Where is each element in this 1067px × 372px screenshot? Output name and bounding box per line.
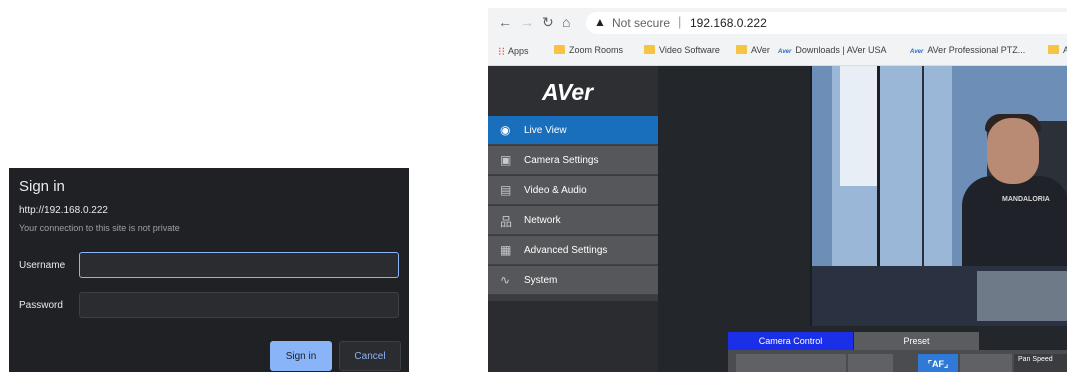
bookmarks-bar: ⁝⁝ Apps Zoom Rooms Video Software AVer Av… — [488, 38, 1067, 66]
sign-in-button[interactable]: Sign in — [270, 341, 332, 371]
forward-arrow-icon[interactable]: → — [520, 14, 534, 30]
pan-speed-label: Pan Speed — [1018, 356, 1053, 363]
image-icon: ▣ — [500, 153, 512, 167]
reload-icon[interactable]: ↻ — [542, 14, 554, 31]
sidebar-item-label: Video & Audio — [524, 185, 587, 196]
shirt-print: MANDALORIA — [1002, 196, 1050, 203]
bookmark-aver[interactable]: AVer — [736, 45, 770, 55]
camera-control-panel: ⌜AF⌟ Pan Speed — [728, 350, 1067, 372]
laptop — [977, 271, 1067, 321]
address-bar[interactable]: ▲ Not secure | 192.168.0.222 — [586, 12, 1067, 34]
sidebar-item-advanced-settings[interactable]: ▦ Advanced Settings — [488, 236, 658, 265]
folder-icon — [644, 45, 655, 54]
tab-camera-control[interactable]: Camera Control — [728, 332, 853, 350]
video-audio-icon: ▤ — [500, 183, 512, 197]
not-secure-label[interactable]: Not secure — [612, 16, 670, 30]
bookmark-video-software[interactable]: Video Software — [644, 45, 720, 55]
sidebar: AVer ◉ Live View ▣ Camera Settings ▤ Vid… — [488, 66, 658, 372]
username-label: Username — [19, 260, 66, 271]
dialog-privacy-note: Your connection to this site is not priv… — [19, 223, 180, 233]
control-cell[interactable] — [848, 354, 894, 372]
sidebar-item-network[interactable]: 品 Network — [488, 206, 658, 235]
sidebar-item-system[interactable]: ∿ System — [488, 266, 658, 295]
auto-focus-button[interactable]: ⌜AF⌟ — [918, 354, 958, 372]
cancel-button[interactable]: Cancel — [339, 341, 401, 371]
pulse-icon: ∿ — [500, 273, 511, 287]
back-arrow-icon[interactable]: ← — [498, 14, 512, 30]
password-input[interactable] — [79, 292, 399, 318]
aver-web-ui: AVer ◉ Live View ▣ Camera Settings ▤ Vid… — [488, 66, 1067, 372]
username-input[interactable] — [79, 252, 399, 278]
bookmark-downloads-aver-usa[interactable]: Aver Downloads | AVer USA — [778, 45, 887, 55]
sidebar-item-label: Network — [524, 215, 561, 226]
home-icon[interactable]: ⌂ — [562, 14, 570, 30]
network-icon: 品 — [500, 215, 513, 229]
dialog-url: http://192.168.0.222 — [19, 205, 108, 216]
eye-icon: ◉ — [500, 123, 511, 137]
bookmark-overflow[interactable]: A — [1048, 45, 1067, 55]
sidebar-item-label: System — [524, 275, 558, 286]
sidebar-footer — [488, 301, 658, 372]
folder-icon — [1048, 45, 1059, 54]
tab-preset[interactable]: Preset — [854, 332, 979, 350]
aver-logo: AVer — [542, 79, 594, 105]
logo-area: AVer — [488, 66, 658, 116]
sidebar-item-label: Camera Settings — [524, 155, 599, 166]
dialog-title: Sign in — [19, 178, 65, 195]
sidebar-item-live-view[interactable]: ◉ Live View — [488, 116, 658, 145]
softbox-light — [840, 66, 880, 186]
signin-dialog: Sign in http://192.168.0.222 Your connec… — [9, 168, 409, 372]
sidebar-item-label: Live View — [524, 125, 567, 136]
sidebar-item-camera-settings[interactable]: ▣ Camera Settings — [488, 146, 658, 175]
settings-doc-icon: ▦ — [500, 243, 512, 257]
control-cell[interactable] — [736, 354, 847, 372]
aver-favicon-icon: Aver — [778, 49, 792, 55]
url-separator: | — [678, 14, 682, 29]
warning-icon[interactable]: ▲ — [594, 15, 606, 29]
bookmark-apps[interactable]: ⁝⁝ Apps — [498, 45, 529, 58]
url-text[interactable]: 192.168.0.222 — [690, 16, 767, 30]
folder-icon — [736, 45, 747, 54]
sidebar-item-video-audio[interactable]: ▤ Video & Audio — [488, 176, 658, 205]
control-cell[interactable] — [960, 354, 1013, 372]
apps-grid-icon: ⁝⁝ — [498, 46, 505, 58]
browser-toolbar: ← → ↻ ⌂ ▲ Not secure | 192.168.0.222 — [488, 8, 1067, 38]
bookmark-aver-professional-ptz[interactable]: Aver AVer Professional PTZ... — [910, 45, 1025, 55]
password-label: Password — [19, 300, 63, 311]
folder-icon — [554, 45, 565, 54]
bookmark-zoom-rooms[interactable]: Zoom Rooms — [554, 45, 623, 55]
browser-window: ← → ↻ ⌂ ▲ Not secure | 192.168.0.222 ⁝⁝ A… — [488, 8, 1067, 372]
sidebar-item-label: Advanced Settings — [524, 245, 608, 256]
pan-speed-control[interactable]: Pan Speed — [1014, 354, 1067, 372]
aver-favicon-icon: Aver — [910, 49, 924, 55]
live-video-feed[interactable]: MANDALORIA — [810, 66, 1067, 326]
